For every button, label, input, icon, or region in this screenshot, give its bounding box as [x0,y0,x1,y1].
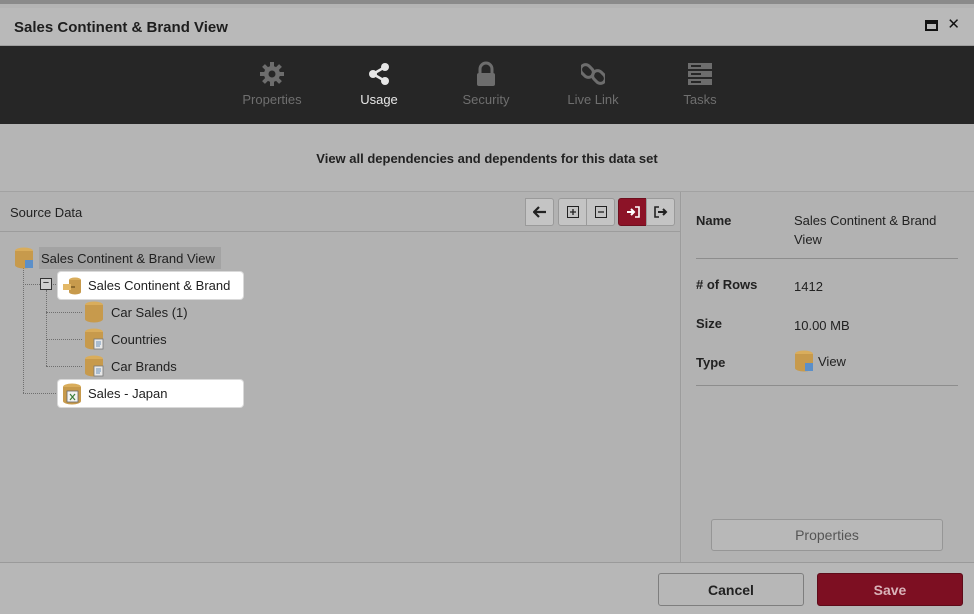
server-icon [688,63,712,85]
collapse-all-button[interactable] [586,198,615,226]
tree-node-sales-japan[interactable]: Sales - Japan [58,380,243,407]
tree-node-label: Car Sales (1) [111,304,188,320]
page-subtitle: View all dependencies and dependents for… [316,151,658,166]
description-area: View all dependencies and dependents for… [0,124,974,192]
tree-node-blend[interactable]: Sales Continent & Brand [58,272,243,299]
detail-value: View [818,353,846,369]
window-title: Sales Continent & Brand View [14,19,228,36]
collapse-icon [594,206,607,218]
detail-key: Type [696,355,726,370]
tab-usage[interactable]: Usage [329,46,429,124]
expand-icon [566,206,579,218]
view-icon [15,247,33,269]
lock-icon [477,61,495,86]
source-data-header: Source Data [0,192,680,232]
details-pane: Name Sales Continent & Brand View # of R… [682,192,974,562]
expand-all-button[interactable] [558,198,587,226]
dependents-button[interactable] [646,198,675,226]
sign-in-icon [626,206,640,218]
gear-icon [260,62,284,86]
tab-live-link[interactable]: Live Link [543,46,643,124]
tab-properties[interactable]: Properties [222,46,322,124]
tab-bar: Properties Usage Security Live Link Task… [0,46,974,124]
tab-label: Live Link [567,92,619,107]
dialog-footer: Cancel Save [0,562,974,614]
tree-node-root[interactable]: Sales Continent & Brand View [14,246,221,270]
detail-value: 1412 [794,279,823,294]
tree-node-car-sales[interactable]: Car Sales (1) [84,300,188,324]
detail-type-value: View [794,350,954,372]
dependencies-button[interactable] [618,198,647,226]
pane-title: Source Data [10,205,83,220]
cancel-button[interactable]: Cancel [658,573,804,606]
detail-key: # of Rows [696,277,758,292]
collapse-toggle[interactable]: − [40,278,52,290]
tree-node-label: Sales Continent & Brand [88,278,231,293]
share-icon [369,63,389,85]
view-icon [795,350,813,372]
link-icon [581,63,605,85]
detail-value: Sales Continent & Brand View [794,213,937,247]
source-data-pane: Source Data Sales Continent & Brand View… [0,192,681,562]
tree-node-label: Sales Continent & Brand View [41,250,215,266]
tree-node-label: Car Brands [111,358,177,374]
detail-value: 10.00 MB [794,318,850,333]
database-file-icon [85,355,104,377]
detail-key: Name [696,213,732,228]
tree-node-label: Sales - Japan [88,386,168,401]
dialog-window: Sales Continent & Brand View ✕ Propertie… [0,0,974,614]
tree-node-countries[interactable]: Countries [84,327,167,351]
blend-icon [63,277,81,294]
arrow-left-icon [532,206,546,218]
database-icon [85,301,103,323]
tab-label: Tasks [683,92,717,107]
tab-label: Usage [360,92,398,107]
properties-button[interactable]: Properties [711,519,943,551]
tree-node-label: Countries [111,331,167,347]
tab-tasks[interactable]: Tasks [650,46,750,124]
close-icon[interactable]: ✕ [947,17,960,32]
back-button[interactable] [525,198,554,226]
database-file-icon [85,328,104,350]
tab-security[interactable]: Security [436,46,536,124]
detail-key: Size [696,316,723,331]
sign-out-icon [653,206,667,218]
tab-label: Properties [242,92,302,107]
dependency-tree: Sales Continent & Brand View − Sales Con… [0,232,680,562]
excel-data-icon [63,383,81,404]
title-bar: Sales Continent & Brand View ✕ [0,8,974,46]
tree-node-car-brands[interactable]: Car Brands [84,354,177,378]
window-controls: ✕ [925,17,960,32]
maximize-icon[interactable] [925,19,939,31]
save-button[interactable]: Save [817,573,963,606]
tab-label: Security [462,92,510,107]
